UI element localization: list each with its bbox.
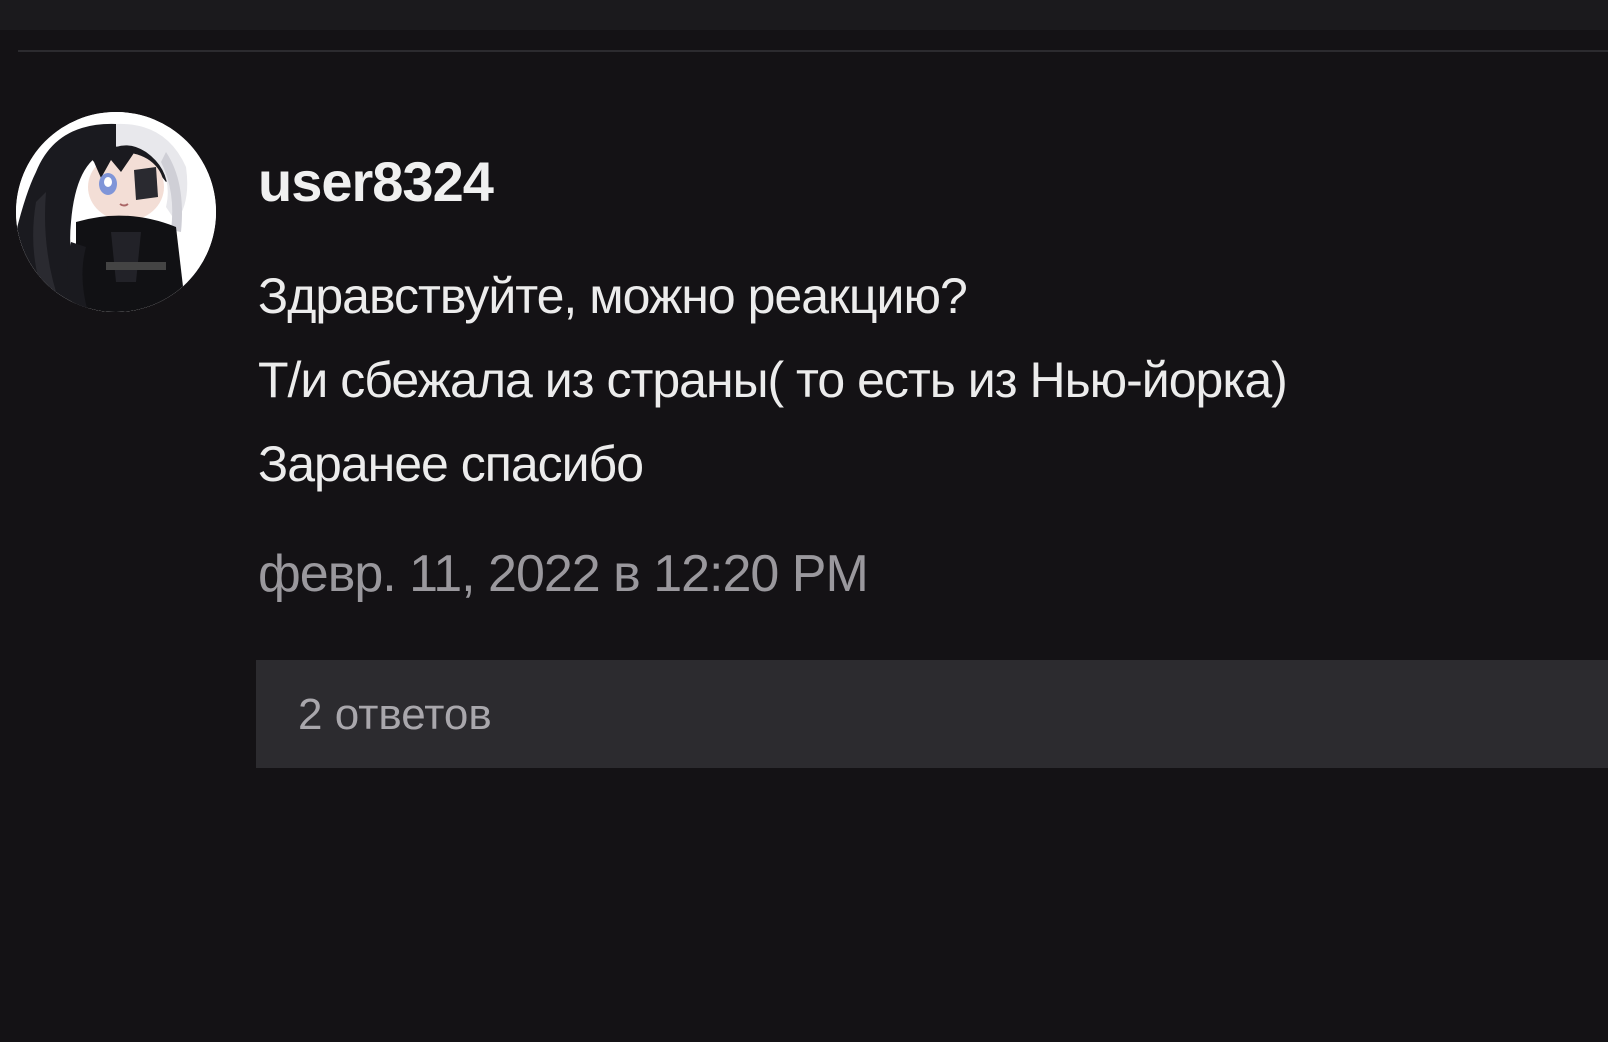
view-replies-button[interactable]: 2 ответов <box>256 660 1608 768</box>
message-line: Заранее спасибо <box>258 436 644 492</box>
username[interactable]: user8324 <box>258 150 1598 214</box>
top-strip <box>0 0 1608 30</box>
divider <box>18 50 1608 52</box>
anime-character-avatar-icon <box>16 112 216 312</box>
replies-count-label: 2 ответов <box>298 690 492 739</box>
comment-body: user8324 Здравствуйте, можно реакцию? Т/… <box>258 150 1598 604</box>
message-line: Здравствуйте, можно реакцию? <box>258 268 968 324</box>
comment-timestamp: февр. 11, 2022 в 12:20 PM <box>258 545 869 603</box>
comment-message: Здравствуйте, можно реакцию? Т/и сбежала… <box>258 254 1598 506</box>
user-avatar[interactable] <box>16 112 216 312</box>
message-line: Т/и сбежала из страны( то есть из Нью-йо… <box>258 352 1288 408</box>
